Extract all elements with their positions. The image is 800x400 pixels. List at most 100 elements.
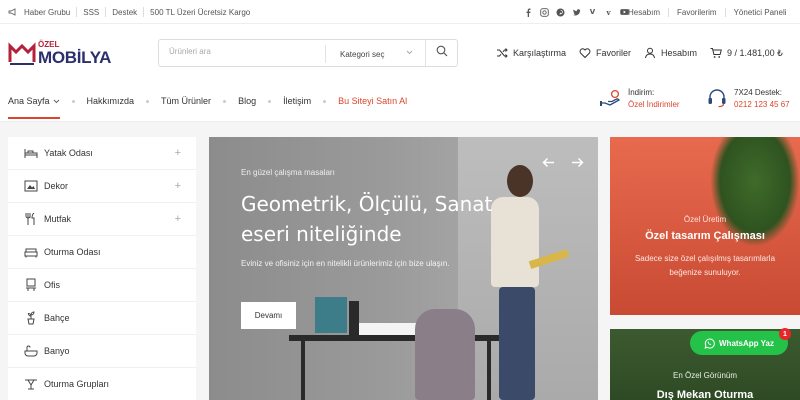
- top-link-label: 500 TL Üzeri Ücretsiz Kargo: [150, 7, 251, 17]
- top-bar: Haber Grubu SSS Destek 500 TL Üzeri Ücre…: [0, 0, 800, 24]
- nav-item-label: Ana Sayfa: [8, 96, 50, 106]
- category-select-label: Kategori seç: [340, 49, 385, 59]
- top-admin-panel-link[interactable]: Yönetici Paneli: [724, 7, 795, 17]
- nav-menu: Ana Sayfa Hakkımızda Tüm Ürünler Blog İl…: [8, 82, 407, 120]
- nav-separator: [146, 99, 150, 103]
- megaphone-icon: [8, 7, 18, 17]
- discount-info[interactable]: İndirim: Özel İndirimler: [600, 87, 680, 111]
- top-link-label: SSS: [83, 7, 100, 17]
- sidebar-item-bathroom[interactable]: Banyo: [8, 335, 196, 368]
- sofa-icon: [24, 245, 38, 259]
- hero-title: Geometrik, Ölçülü, Sanat eseri niteliğin…: [241, 192, 493, 246]
- desk-icon: [24, 278, 38, 292]
- chevron-down-icon: [53, 99, 60, 104]
- hero-image-books: [315, 297, 347, 333]
- hero-more-button[interactable]: Devamı: [241, 302, 296, 329]
- nav-item-label: İletişim: [283, 96, 312, 106]
- heart-icon: [579, 47, 591, 59]
- sidebar-item-bedroom[interactable]: Yatak Odası +: [8, 137, 196, 170]
- table-icon: [24, 377, 38, 391]
- instagram-icon[interactable]: [540, 7, 549, 17]
- nav-separator: [71, 99, 75, 103]
- favorites-link[interactable]: Favoriler: [579, 47, 631, 59]
- chevron-down-icon: [406, 50, 413, 57]
- promo-description: Sadece size özel çalışılmış tasarımlarla…: [634, 254, 776, 277]
- promo-title: Dış Mekan Oturma: [656, 389, 754, 400]
- bath-icon: [24, 344, 38, 358]
- vk-icon[interactable]: V: [588, 8, 597, 17]
- expand-plus-icon[interactable]: +: [175, 180, 181, 192]
- search-button[interactable]: [425, 40, 457, 66]
- social-links: V v: [524, 0, 629, 24]
- nav-separator: [323, 99, 327, 103]
- facebook-icon[interactable]: [524, 8, 533, 17]
- kitchen-icon: [24, 212, 38, 226]
- sidebar-item-living-room[interactable]: Oturma Odası: [8, 236, 196, 269]
- sidebar-item-decor[interactable]: Dekor +: [8, 170, 196, 203]
- top-account-link[interactable]: Hesabım: [624, 8, 668, 17]
- support-text: 7X24 Destek: 0212 123 45 67: [734, 87, 790, 111]
- promo-kicker: En Özel Görünüm: [672, 371, 738, 380]
- sidebar-item-label: Oturma Grupları: [44, 379, 110, 389]
- cart-link[interactable]: 9 / 1.481,00 ₺: [710, 47, 783, 59]
- account-link[interactable]: Hesabım: [644, 47, 697, 59]
- pinterest-icon[interactable]: [556, 8, 565, 17]
- arrow-right-icon[interactable]: [571, 155, 584, 171]
- bed-icon: [24, 146, 38, 160]
- promo-card-custom-design[interactable]: Özel Üretim Özel tasarım Çalışması Sadec…: [610, 137, 800, 315]
- expand-plus-icon[interactable]: +: [175, 213, 181, 225]
- top-favorites-link[interactable]: Favorilerim: [668, 7, 725, 17]
- top-link-free-shipping[interactable]: 500 TL Üzeri Ücretsiz Kargo: [144, 7, 256, 17]
- nav-separator: [268, 99, 272, 103]
- header: ÖZEL MOBİLYA Ürünleri ara Kategori seç K…: [0, 24, 800, 82]
- promo-kicker: Özel Üretim: [683, 215, 727, 224]
- top-link-news-group[interactable]: Haber Grubu: [8, 7, 78, 17]
- search-icon: [436, 44, 448, 62]
- expand-plus-icon[interactable]: +: [175, 147, 181, 159]
- logo-mark-icon: [8, 42, 36, 65]
- sidebar-item-office[interactable]: Ofis: [8, 269, 196, 302]
- whatsapp-button[interactable]: WhatsApp Yaz 1: [690, 328, 791, 355]
- sidebar-item-seating-groups[interactable]: Oturma Grupları: [8, 368, 196, 400]
- sidebar-item-kitchen[interactable]: Mutfak +: [8, 203, 196, 236]
- cart-icon: [710, 47, 722, 59]
- nav-item-label: Bu Siteyi Satın Al: [338, 96, 408, 106]
- twitter-icon[interactable]: [572, 8, 581, 17]
- headset-icon: [706, 87, 728, 109]
- sidebar-item-label: Mutfak: [44, 214, 72, 224]
- nav-item-home[interactable]: Ana Sayfa: [8, 96, 60, 119]
- nav-item-about[interactable]: Hakkımızda: [87, 96, 135, 106]
- sidebar-item-label: Dekor: [44, 181, 69, 191]
- compare-link[interactable]: Karşılaştırma: [496, 47, 566, 59]
- category-select[interactable]: Kategori seç: [325, 45, 421, 63]
- slider-arrows: [542, 155, 584, 171]
- favorites-label: Favoriler: [596, 48, 632, 58]
- support-info[interactable]: 7X24 Destek: 0212 123 45 67: [706, 87, 790, 111]
- sidebar-item-label: Bahçe: [44, 313, 70, 323]
- support-phone[interactable]: 0212 123 45 67: [734, 99, 790, 111]
- site-logo[interactable]: ÖZEL MOBİLYA: [8, 40, 128, 68]
- sidebar-item-garden[interactable]: Bahçe: [8, 302, 196, 335]
- compare-label: Karşılaştırma: [513, 48, 567, 58]
- hand-coin-icon: [600, 87, 622, 109]
- search-input[interactable]: Ürünleri ara: [169, 47, 319, 56]
- hero-description: Eviniz ve ofisiniz için en nitelikli ürü…: [241, 259, 450, 268]
- nav-item-all-products[interactable]: Tüm Ürünler: [161, 96, 211, 106]
- hero-image-person-legs: [499, 287, 535, 400]
- main-nav: Ana Sayfa Hakkımızda Tüm Ürünler Blog İl…: [0, 82, 800, 122]
- nav-item-buy-site[interactable]: Bu Siteyi Satın Al: [338, 96, 407, 106]
- hero-image-desk-leg: [487, 341, 491, 400]
- arrow-left-icon[interactable]: [542, 155, 555, 171]
- logo-main-text: MOBİLYA: [38, 48, 112, 67]
- vimeo-icon[interactable]: v: [604, 8, 613, 17]
- nav-item-blog[interactable]: Blog: [238, 96, 256, 106]
- top-link-label: Haber Grubu: [24, 7, 71, 17]
- whatsapp-icon: [704, 338, 715, 349]
- account-label: Hesabım: [661, 48, 698, 58]
- shuffle-icon: [496, 47, 508, 59]
- top-link-support[interactable]: Destek: [106, 7, 145, 17]
- nav-item-contact[interactable]: İletişim: [283, 96, 311, 106]
- user-icon: [644, 47, 656, 59]
- top-link-faq[interactable]: SSS: [77, 7, 107, 17]
- nav-item-label: Tüm Ürünler: [161, 96, 212, 106]
